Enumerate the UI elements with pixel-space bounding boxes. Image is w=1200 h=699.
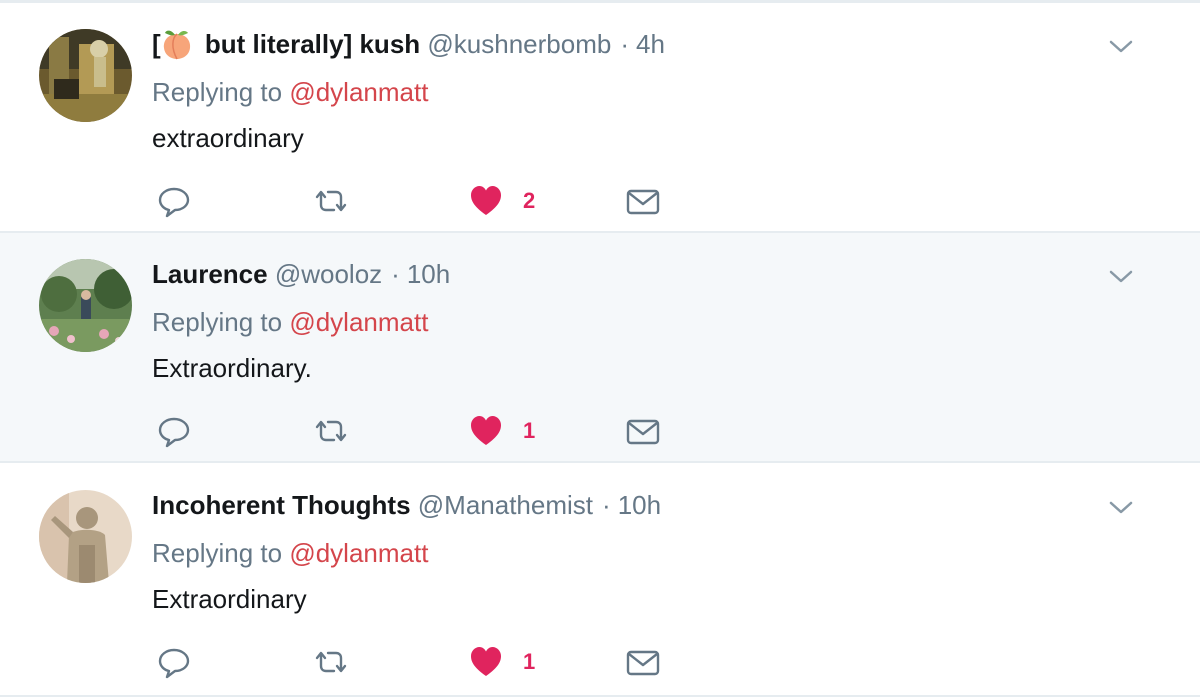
avatar[interactable] xyxy=(39,259,132,352)
tweet-text: extraordinary xyxy=(152,123,304,153)
envelope-icon[interactable] xyxy=(625,644,661,680)
mention-link[interactable]: @dylanmatt xyxy=(289,77,428,107)
chevron-down-icon[interactable] xyxy=(1106,496,1136,518)
replying-label: Replying to xyxy=(152,538,290,568)
replying-to: Replying to @dylanmatt xyxy=(152,73,428,111)
heart-icon xyxy=(471,186,501,215)
reply-icon[interactable] xyxy=(157,183,191,219)
replying-label: Replying to xyxy=(152,77,290,107)
timestamp[interactable]: 10h xyxy=(407,259,450,289)
like-count: 2 xyxy=(523,188,536,213)
tweet-header: Laurence @wooloz · 10h xyxy=(152,255,450,293)
tweet-text: Extraordinary xyxy=(152,584,307,614)
mention-link[interactable]: @dylanmatt xyxy=(289,538,428,568)
retweet-icon[interactable] xyxy=(311,413,351,449)
like-count: 1 xyxy=(523,649,536,674)
heart-icon xyxy=(471,647,501,676)
heart-icon xyxy=(471,416,501,445)
timestamp[interactable]: 4h xyxy=(636,29,665,59)
replying-label: Replying to xyxy=(152,307,290,337)
mention-link[interactable]: @dylanmatt xyxy=(289,307,428,337)
separator-dot: · xyxy=(602,490,611,520)
name-prefix: [ xyxy=(152,29,161,59)
user-fullname[interactable]: Incoherent Thoughts xyxy=(152,490,411,520)
name-suffix: but literally] kush xyxy=(197,29,421,59)
avatar[interactable] xyxy=(39,29,132,122)
chevron-down-icon[interactable] xyxy=(1106,35,1136,57)
separator-dot: · xyxy=(391,259,400,289)
retweet-icon[interactable] xyxy=(311,644,351,680)
reply-icon[interactable] xyxy=(157,413,191,449)
like-button[interactable]: 1 xyxy=(469,413,549,449)
like-button[interactable]: 2 xyxy=(469,183,549,219)
envelope-icon[interactable] xyxy=(625,183,661,219)
user-handle[interactable]: @wooloz xyxy=(275,259,382,289)
user-fullname[interactable]: Laurence xyxy=(152,259,268,289)
timestamp[interactable]: 10h xyxy=(618,490,661,520)
user-handle[interactable]: @kushnerbomb xyxy=(427,29,611,59)
tweet-item[interactable]: Laurence @wooloz · 10h Replying to @dylanm… xyxy=(0,233,1200,463)
peach-emoji-icon xyxy=(162,28,192,60)
tweet-text: Extraordinary. xyxy=(152,353,312,383)
retweet-icon[interactable] xyxy=(311,183,351,219)
separator-dot: · xyxy=(620,29,630,59)
tweet-header: [ but literally] kush @kushnerbomb · 4h xyxy=(152,25,665,63)
like-button[interactable]: 1 xyxy=(469,644,549,680)
like-count: 1 xyxy=(523,418,536,443)
avatar[interactable] xyxy=(39,490,132,583)
envelope-icon[interactable] xyxy=(625,413,661,449)
replying-to: Replying to @dylanmatt xyxy=(152,534,428,572)
user-fullname[interactable]: [ but literally] kush xyxy=(152,28,421,60)
tweet-header: Incoherent Thoughts @Manathemist · 10h xyxy=(152,486,661,524)
tweet-replies-timeline: [ but literally] kush @kushnerbomb · 4h Re… xyxy=(0,0,1200,699)
replying-to: Replying to @dylanmatt xyxy=(152,303,428,341)
chevron-down-icon[interactable] xyxy=(1106,265,1136,287)
tweet-item[interactable]: Incoherent Thoughts @Manathemist · 10h Rep… xyxy=(0,464,1200,697)
tweet-item[interactable]: [ but literally] kush @kushnerbomb · 4h Re… xyxy=(0,3,1200,233)
reply-icon[interactable] xyxy=(157,644,191,680)
user-handle[interactable]: @Manathemist xyxy=(418,490,593,520)
